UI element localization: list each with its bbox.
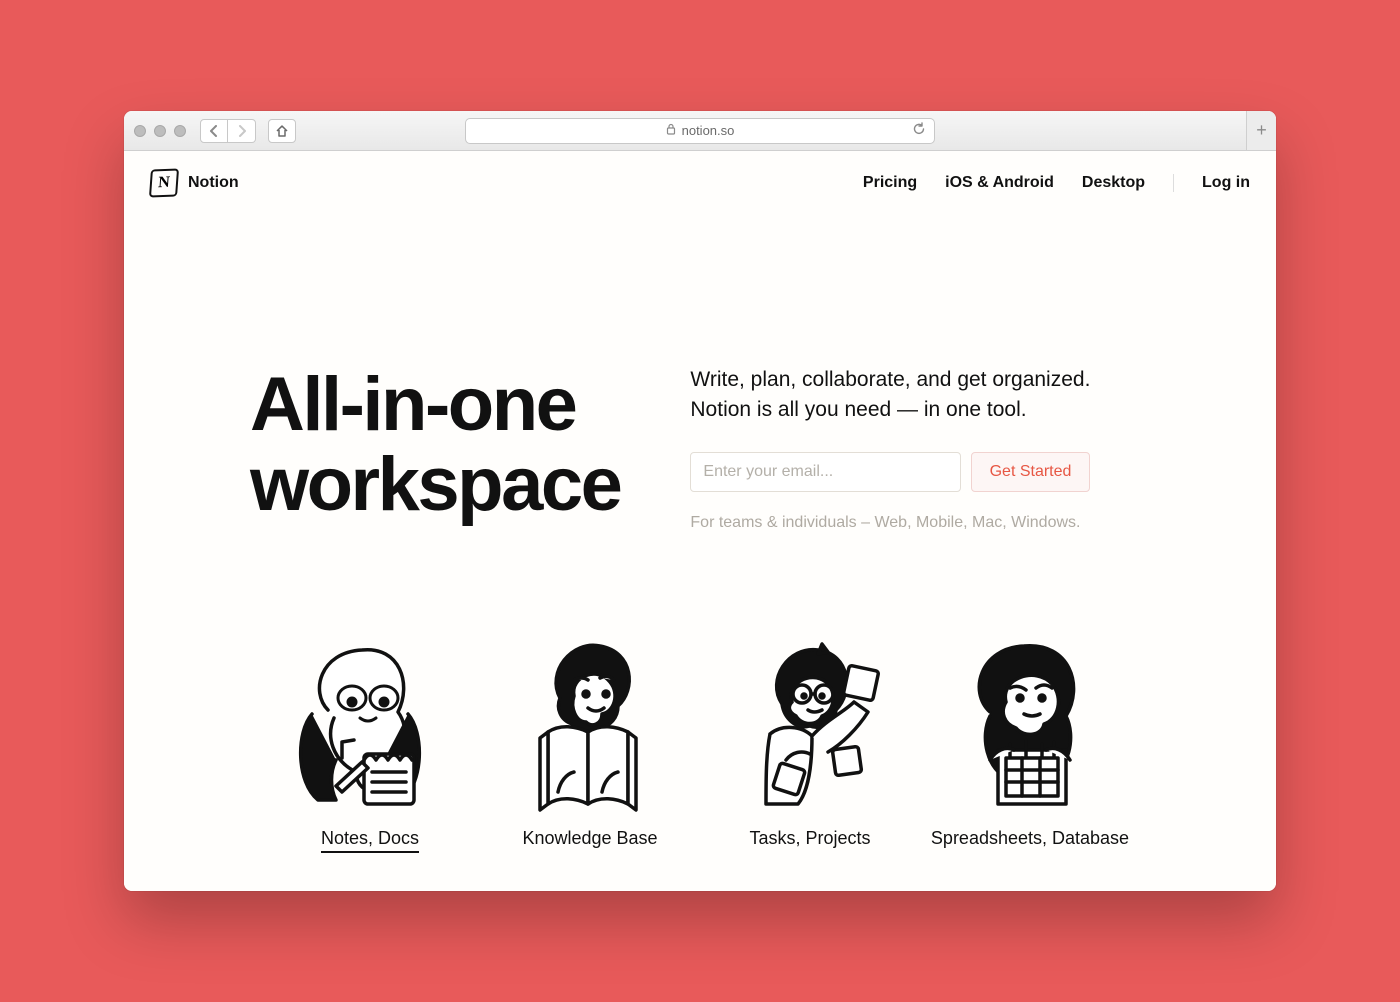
- nav-login[interactable]: Log in: [1202, 174, 1250, 192]
- lock-icon: [666, 123, 676, 138]
- feature-tasks-projects[interactable]: Tasks, Projects: [710, 632, 910, 853]
- hero: All-in-one workspace Write, plan, collab…: [150, 365, 1250, 532]
- window-controls: [134, 125, 186, 137]
- fineprint: For teams & individuals – Web, Mobile, M…: [690, 514, 1090, 532]
- logo-letter: N: [158, 174, 171, 192]
- maximize-window-icon[interactable]: [174, 125, 186, 137]
- signup-row: Get Started: [690, 452, 1090, 492]
- illustration-tasks-projects: [730, 632, 890, 812]
- url-text: notion.so: [682, 123, 735, 138]
- illustration-notes-docs: [290, 632, 450, 812]
- browser-window: notion.so + N Notion Pricing iOS & Andro…: [124, 111, 1276, 891]
- address-bar[interactable]: notion.so: [465, 118, 935, 144]
- back-button[interactable]: [200, 119, 228, 143]
- hero-subhead: Write, plan, collaborate, and get organi…: [690, 365, 1090, 426]
- page-content: N Notion Pricing iOS & Android Desktop L…: [124, 151, 1276, 891]
- illustration-spreadsheets-database: [950, 632, 1110, 812]
- feature-label: Knowledge Base: [522, 828, 657, 849]
- nav-ios-android[interactable]: iOS & Android: [945, 174, 1054, 192]
- logo-icon: N: [149, 169, 179, 198]
- email-input[interactable]: [690, 452, 960, 492]
- get-started-button[interactable]: Get Started: [971, 452, 1091, 492]
- nav-pricing[interactable]: Pricing: [863, 174, 917, 192]
- brand[interactable]: N Notion: [150, 169, 239, 197]
- feature-label: Tasks, Projects: [749, 828, 870, 849]
- minimize-window-icon[interactable]: [154, 125, 166, 137]
- feature-label: Notes, Docs: [321, 828, 419, 853]
- reload-icon[interactable]: [912, 122, 926, 139]
- headline-line1: All-in-one: [250, 362, 575, 447]
- subhead-line1: Write, plan, collaborate, and get organi…: [690, 368, 1090, 391]
- feature-tabs: Notes, Docs: [150, 632, 1250, 853]
- feature-label: Spreadsheets, Database: [931, 828, 1129, 849]
- headline-line2: workspace: [250, 442, 620, 527]
- close-window-icon[interactable]: [134, 125, 146, 137]
- hero-right: Write, plan, collaborate, and get organi…: [690, 365, 1090, 532]
- nav-desktop[interactable]: Desktop: [1082, 174, 1145, 192]
- new-tab-button[interactable]: +: [1246, 111, 1276, 150]
- nav-divider: [1173, 174, 1174, 192]
- home-button[interactable]: [268, 119, 296, 143]
- forward-button[interactable]: [228, 119, 256, 143]
- nav-buttons: [200, 119, 256, 143]
- illustration-knowledge-base: [510, 632, 670, 812]
- hero-headline: All-in-one workspace: [250, 365, 620, 525]
- browser-chrome: notion.so +: [124, 111, 1276, 151]
- brand-name: Notion: [188, 174, 239, 192]
- subhead-line2: Notion is all you need — in one tool.: [690, 398, 1026, 421]
- hero-headline-wrap: All-in-one workspace: [250, 365, 620, 532]
- site-header: N Notion Pricing iOS & Android Desktop L…: [150, 151, 1250, 215]
- feature-knowledge-base[interactable]: Knowledge Base: [490, 632, 690, 853]
- main-nav: Pricing iOS & Android Desktop Log in: [863, 174, 1250, 192]
- feature-spreadsheets-database[interactable]: Spreadsheets, Database: [930, 632, 1130, 853]
- feature-notes-docs[interactable]: Notes, Docs: [270, 632, 470, 853]
